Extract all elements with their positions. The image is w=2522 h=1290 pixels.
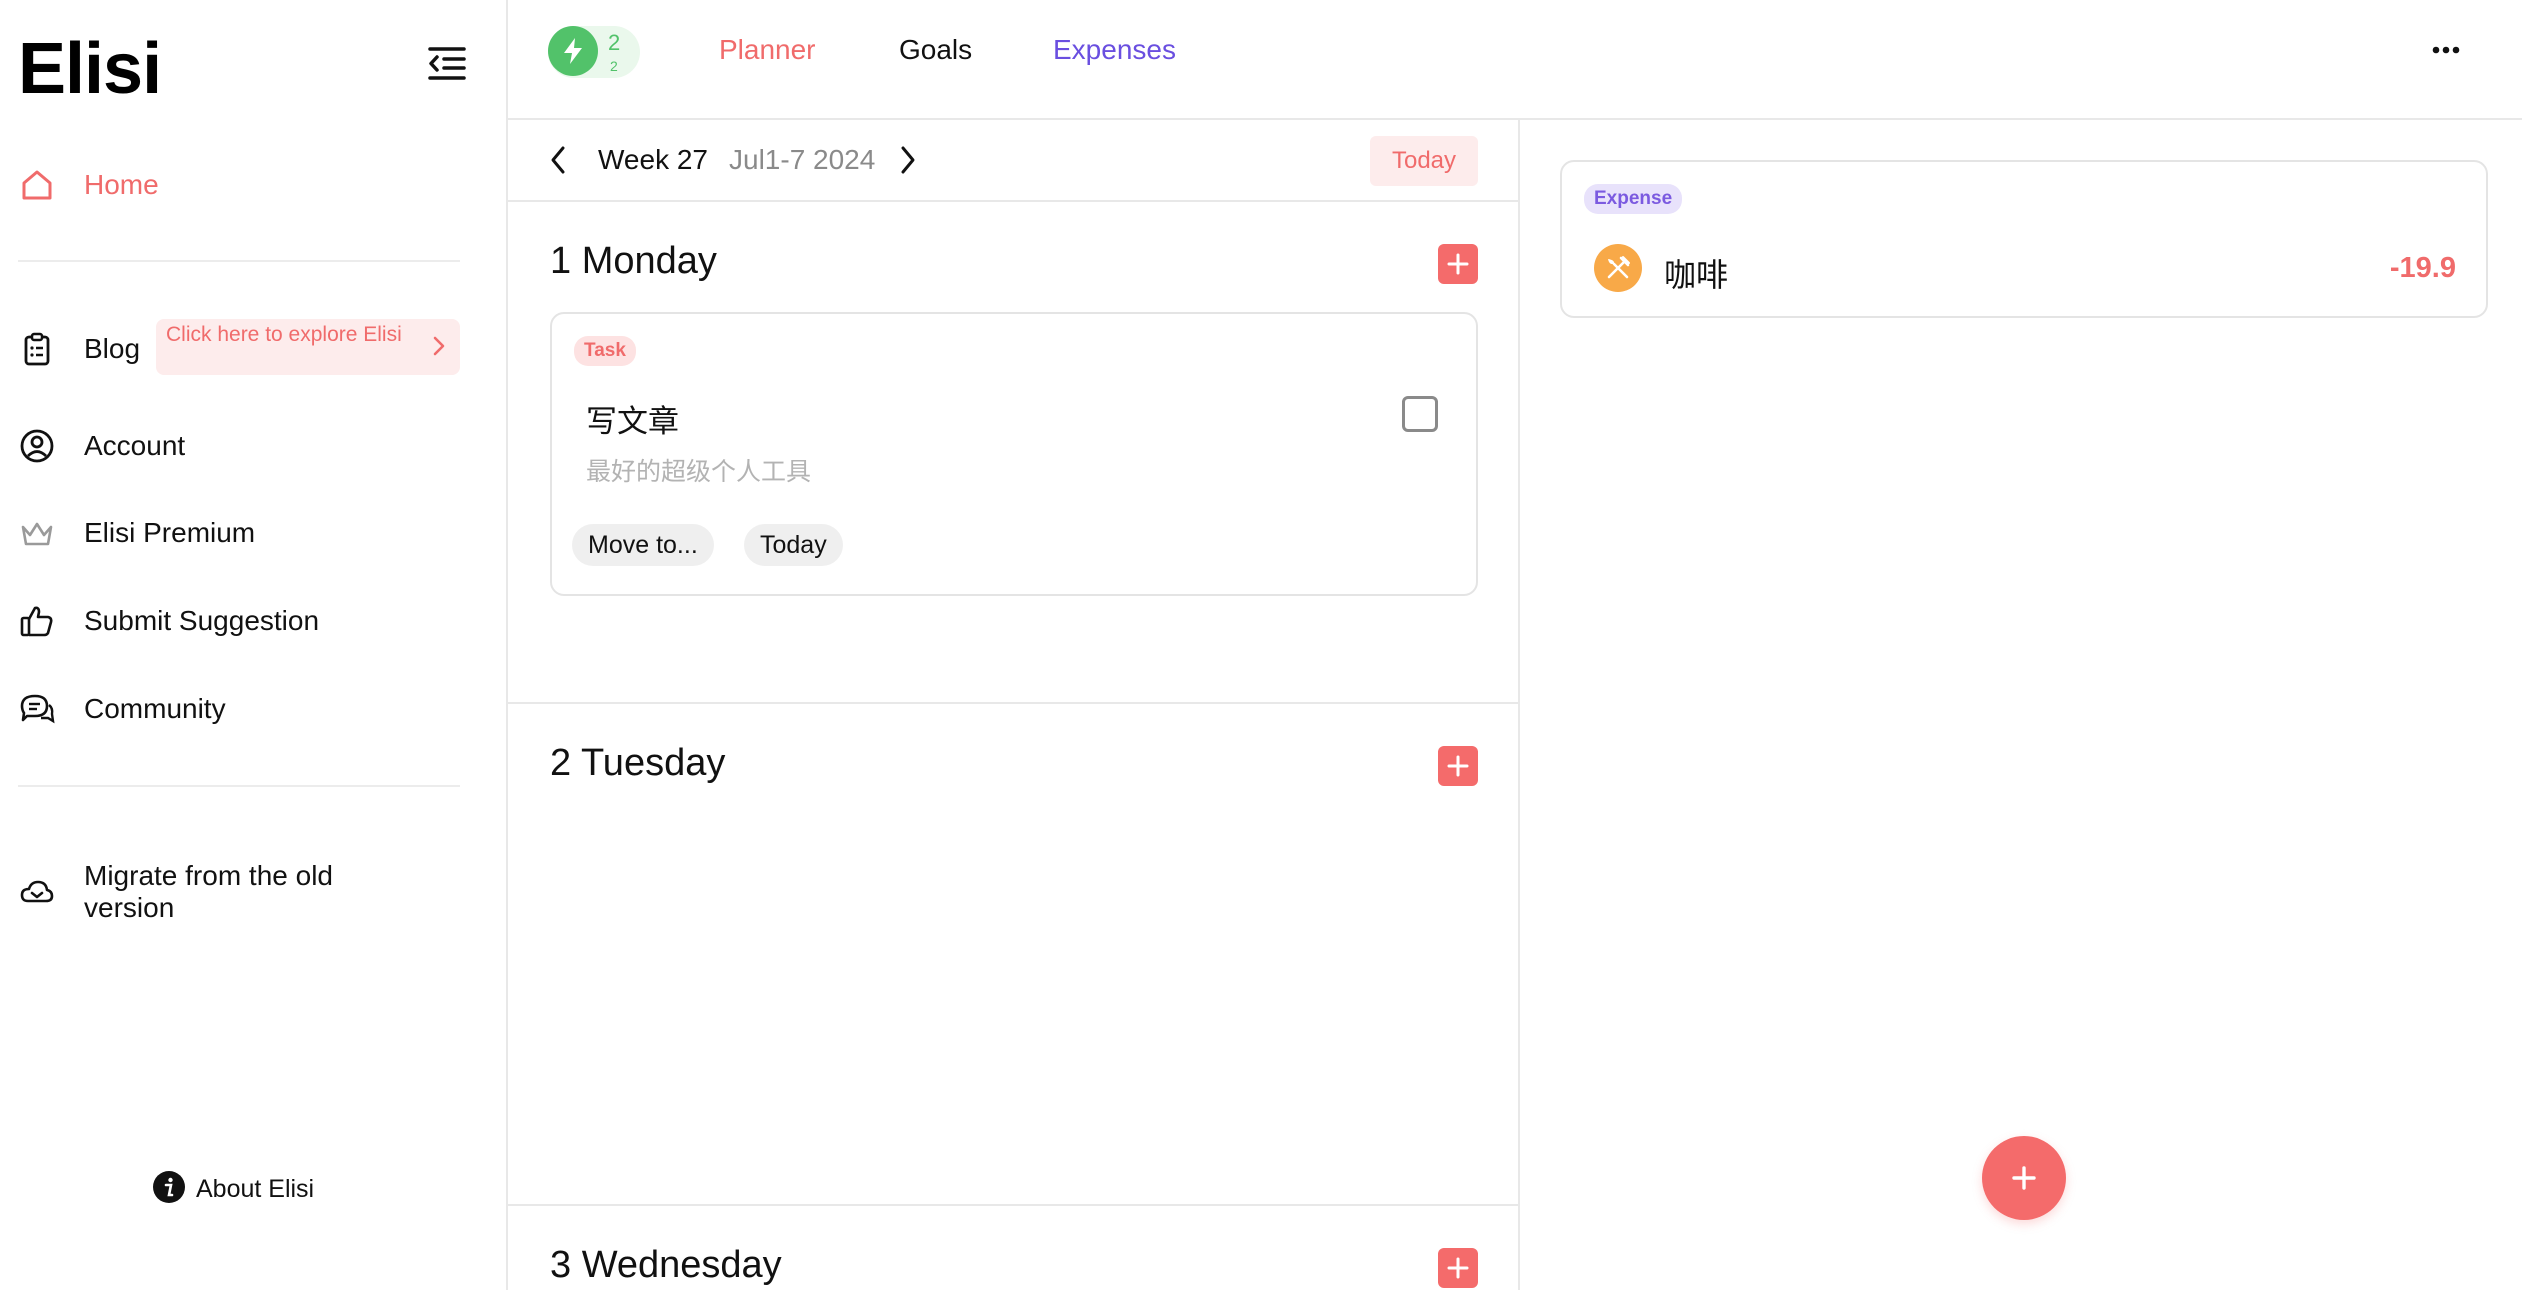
crown-icon <box>18 514 56 552</box>
add-tuesday-button[interactable] <box>1438 746 1478 786</box>
sidebar-item-label: Home <box>84 169 159 200</box>
tab-expenses[interactable]: Expenses <box>1053 34 1176 66</box>
week-navigator: Week 27 Jul1-7 2024 Today <box>508 120 1518 202</box>
blog-promo-text: Click here to explore Elisi <box>166 323 402 346</box>
plus-icon <box>1447 1257 1469 1279</box>
sidebar-item-label: Account <box>84 430 186 461</box>
info-icon <box>152 1170 186 1209</box>
task-card[interactable]: Task 写文章 最好的超级个人工具 Move to... Today <box>550 312 1478 596</box>
planner-column: Week 27 Jul1-7 2024 Today 1 Monday Task … <box>508 120 1520 1290</box>
expense-card[interactable]: Expense 咖啡 -19.9 <box>1560 160 2488 318</box>
task-done-checkbox[interactable] <box>1402 396 1438 432</box>
fork-knife-icon <box>1594 244 1642 292</box>
plus-icon <box>1447 253 1469 275</box>
chevron-right-icon <box>432 335 446 363</box>
sidebar-item-label: Blog <box>84 333 141 364</box>
sidebar-item-premium[interactable]: Elisi Premium <box>18 514 255 552</box>
chevron-left-icon[interactable] <box>548 144 568 181</box>
chat-bubble-icon <box>18 690 56 728</box>
energy-badge[interactable]: 2 2 <box>548 26 640 78</box>
add-expense-button[interactable] <box>1982 1136 2066 1220</box>
sidebar-item-community[interactable]: Community <box>18 690 226 728</box>
user-circle-icon <box>18 427 56 465</box>
sidebar-divider <box>18 785 460 787</box>
home-icon <box>18 166 56 204</box>
add-monday-button[interactable] <box>1438 244 1478 284</box>
today-button[interactable]: Today <box>1370 136 1478 186</box>
task-today-button[interactable]: Today <box>744 524 843 566</box>
plus-icon <box>2012 1166 2036 1190</box>
top-bar: 2 2 Planner Goals Expenses <box>508 0 2522 120</box>
sidebar-item-blog[interactable]: Blog <box>18 330 140 368</box>
add-wednesday-button[interactable] <box>1438 1248 1478 1288</box>
sidebar-item-account[interactable]: Account <box>18 427 185 465</box>
sidebar-item-label: Community <box>84 693 226 724</box>
about-label: About Elisi <box>196 1175 315 1203</box>
sidebar-divider <box>18 260 460 262</box>
sidebar: Elisi Home Blog Click here to explore El… <box>0 0 508 1290</box>
day-separator <box>508 1204 1518 1206</box>
sidebar-item-label: Migrate from the old version <box>84 860 333 923</box>
week-date-range: Jul1-7 2024 <box>729 144 876 175</box>
day-title-wednesday: 3 Wednesday <box>550 1244 782 1286</box>
day-title-tuesday: 2 Tuesday <box>550 742 726 784</box>
about-link[interactable]: About Elisi <box>152 1170 314 1209</box>
sidebar-item-label: Elisi Premium <box>84 517 256 548</box>
app-logo: Elisi <box>18 29 162 109</box>
task-description: 最好的超级个人工具 <box>586 458 812 486</box>
collapse-sidebar-icon[interactable] <box>424 40 470 86</box>
task-tag: Task <box>574 336 636 366</box>
tab-planner[interactable]: Planner <box>719 34 816 66</box>
expense-amount: -19.9 <box>2389 252 2456 284</box>
day-title-monday: 1 Monday <box>550 240 717 282</box>
lightning-bolt-icon <box>548 26 598 76</box>
sidebar-item-suggestion[interactable]: Submit Suggestion <box>18 602 319 640</box>
plus-icon <box>1447 755 1469 777</box>
thumbs-up-icon <box>18 602 56 640</box>
day-separator <box>508 702 1518 704</box>
week-label: Week 27 <box>598 144 708 175</box>
energy-sub-count: 2 <box>610 58 618 74</box>
move-to-button[interactable]: Move to... <box>572 524 714 566</box>
sidebar-item-label: Submit Suggestion <box>84 605 320 636</box>
tab-goals[interactable]: Goals <box>899 34 972 66</box>
cloud-download-icon <box>18 873 56 911</box>
expenses-column: Expense 咖啡 -19.9 <box>1520 120 2522 1290</box>
chevron-right-icon[interactable] <box>898 144 918 181</box>
energy-count: 2 <box>608 30 621 55</box>
expense-name: 咖啡 <box>1664 257 1729 293</box>
clipboard-icon <box>18 330 56 368</box>
more-options-icon[interactable] <box>2414 30 2474 70</box>
expense-tag: Expense <box>1584 184 1683 214</box>
sidebar-item-home[interactable]: Home <box>18 166 159 204</box>
sidebar-item-migrate[interactable]: Migrate from the old version <box>18 860 384 924</box>
blog-promo-link[interactable]: Click here to explore Elisi <box>156 319 460 375</box>
task-title: 写文章 <box>586 404 679 439</box>
